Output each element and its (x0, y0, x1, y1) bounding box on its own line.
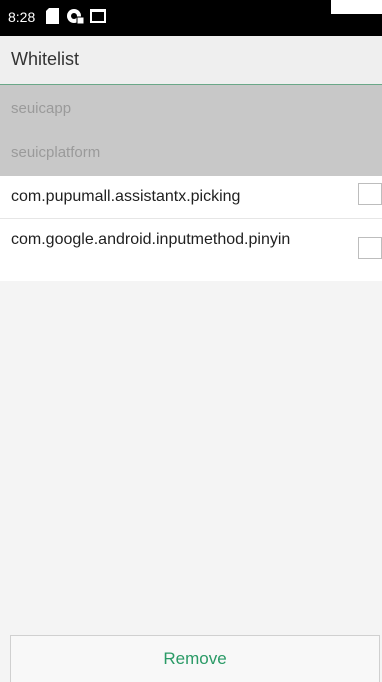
screen-icon (90, 8, 106, 24)
status-bar: 8:28 (0, 0, 382, 36)
whitelist-item[interactable]: com.pupumall.assistantx.picking (0, 176, 382, 219)
app-header: Whitelist (0, 36, 382, 85)
whitelist-item-checkbox[interactable] (358, 237, 382, 259)
page-title: Whitelist (11, 49, 80, 69)
status-bar-corner (331, 14, 382, 36)
remove-button[interactable]: Remove (10, 635, 380, 682)
sd-card-icon (46, 8, 59, 24)
system-apps-section: seuicapp seuicplatform (0, 85, 382, 176)
system-app-item: seuicplatform (11, 144, 101, 161)
whitelist-item-checkbox[interactable] (358, 183, 382, 205)
whitelist-item-label: com.google.android.inputmethod.pinyin (11, 231, 291, 248)
settings-badge-icon (66, 8, 84, 24)
whitelist-item[interactable]: com.google.android.inputmethod.pinyin (0, 219, 382, 282)
status-time: 8:28 (8, 9, 36, 25)
system-app-item: seuicapp (11, 100, 72, 117)
screen: 8:28 Whitelist seuicapp seuicplatform co… (0, 0, 382, 682)
empty-list-area (0, 281, 382, 635)
whitelist-item-label: com.pupumall.assistantx.picking (11, 188, 241, 205)
